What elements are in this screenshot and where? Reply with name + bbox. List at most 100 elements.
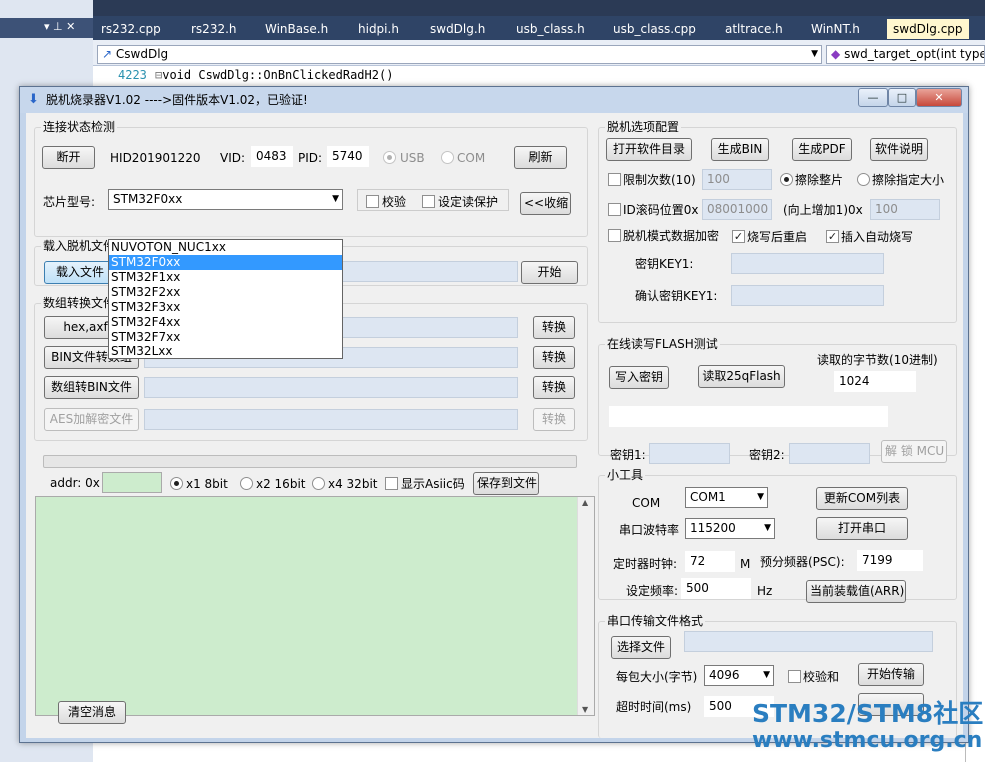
read-flash-button[interactable]: 读取25qFlash — [698, 365, 785, 388]
limit-count-field[interactable]: 100 — [702, 169, 772, 190]
save-to-file-button[interactable]: 保存到文件 — [473, 472, 539, 495]
start-transfer-button[interactable]: 开始传输 — [858, 663, 924, 686]
software-manual-button[interactable]: 软件说明 — [870, 138, 928, 161]
dropdown-option[interactable]: STM32F1xx — [109, 270, 342, 285]
chip-model-dropdown-list[interactable]: NUVOTON_NUC1xx STM32F0xx STM32F1xx STM32… — [108, 239, 343, 359]
prescaler-field[interactable]: 7199 — [857, 550, 923, 571]
chip-model-select[interactable]: STM32F0xx ▼ — [108, 189, 343, 210]
key1-field[interactable] — [731, 253, 884, 274]
vid-field[interactable]: 0483 — [251, 146, 293, 167]
scroll-down-icon[interactable]: ▼ — [582, 705, 588, 714]
array-to-bin-button[interactable]: 数组转BIN文件 — [44, 376, 139, 399]
scroll-up-icon[interactable]: ▲ — [582, 498, 588, 507]
maximize-button[interactable]: □ — [888, 88, 916, 107]
auto-burn-checkbox[interactable]: ✓ — [826, 230, 839, 243]
packet-size-select[interactable]: 4096 ▼ — [704, 665, 774, 686]
ide-panel-pin-icon[interactable]: ▾ ⊥ ✕ — [44, 20, 75, 33]
convert-button[interactable]: 转换 — [533, 316, 575, 339]
usb-radio[interactable] — [383, 151, 396, 164]
convert-button-disabled[interactable]: 转换 — [533, 408, 575, 431]
log-scrollbar[interactable]: ▲ ▼ — [577, 497, 594, 715]
ide-tab[interactable]: atltrace.h — [719, 19, 789, 39]
group-title: 串口传输文件格式 — [605, 614, 706, 628]
open-software-dir-button[interactable]: 打开软件目录 — [606, 138, 692, 161]
convert-button[interactable]: 转换 — [533, 376, 575, 399]
write-key-button[interactable]: 写入密钥 — [609, 366, 669, 389]
addr-field[interactable] — [102, 472, 162, 493]
convert-button[interactable]: 转换 — [533, 346, 575, 369]
generate-bin-button[interactable]: 生成BIN — [711, 138, 769, 161]
com-port-select[interactable]: COM1 ▼ — [685, 487, 768, 508]
open-port-button[interactable]: 打开串口 — [816, 517, 908, 540]
clear-messages-button[interactable]: 清空消息 — [58, 701, 126, 724]
x2-radio[interactable] — [240, 477, 253, 490]
flash-key2-field[interactable] — [789, 443, 870, 464]
flash-key1-field[interactable] — [649, 443, 730, 464]
id-position-checkbox[interactable] — [608, 203, 621, 216]
encrypt-checkbox[interactable] — [608, 229, 621, 242]
frequency-field[interactable]: 500 — [681, 578, 751, 599]
pid-field[interactable]: 5740 — [327, 146, 369, 167]
ide-tab[interactable]: swdDlg.h — [424, 19, 491, 39]
refresh-com-list-button[interactable]: 更新COM列表 — [816, 487, 908, 510]
title-bar[interactable]: ⬇ 脱机烧录器V1.02 ---->固件版本V1.02，已验证! — □ ✕ — [20, 87, 968, 113]
com-radio[interactable] — [441, 151, 454, 164]
bytes-field[interactable]: 1024 — [834, 371, 916, 392]
dropdown-option[interactable]: STM32F4xx — [109, 315, 342, 330]
ide-tab[interactable]: usb_class.h — [510, 19, 591, 39]
dropdown-option[interactable]: NUVOTON_NUC1xx — [109, 240, 342, 255]
erase-size-radio[interactable] — [857, 173, 870, 186]
ascii-checkbox[interactable] — [385, 477, 398, 490]
class-icon: ↗ — [102, 47, 113, 61]
collapse-button[interactable]: <<收缩 — [520, 192, 571, 215]
refresh-button[interactable]: 刷新 — [514, 146, 567, 169]
ide-tab-active[interactable]: swdDlg.cpp — [887, 19, 969, 39]
minimize-button[interactable]: — — [858, 88, 888, 107]
restart-checkbox[interactable]: ✓ — [732, 230, 745, 243]
verify-checkbox[interactable] — [366, 195, 379, 208]
limit-count-label: 限制次数(10) — [623, 173, 696, 187]
limit-count-checkbox[interactable] — [608, 173, 621, 186]
member-combo[interactable]: ◆ swd_target_opt(int type) — [826, 45, 985, 64]
x1-radio[interactable] — [170, 477, 183, 490]
checksum-checkbox[interactable] — [788, 670, 801, 683]
ide-tab[interactable]: WinNT.h — [805, 19, 866, 39]
dropdown-option[interactable]: STM32Lxx — [109, 344, 342, 359]
aes-file-button[interactable]: AES加解密文件 — [44, 408, 139, 431]
serial-file-path-field[interactable] — [684, 631, 933, 652]
array-path-field[interactable] — [144, 377, 518, 398]
dropdown-option[interactable]: STM32F3xx — [109, 300, 342, 315]
generate-pdf-button[interactable]: 生成PDF — [792, 138, 852, 161]
select-file-button[interactable]: 选择文件 — [611, 636, 671, 659]
bytes-label: 读取的字节数(10进制) — [817, 353, 938, 367]
close-button[interactable]: ✕ — [916, 88, 962, 107]
ide-tab[interactable]: usb_class.cpp — [607, 19, 702, 39]
class-combo[interactable]: ↗ CswdDlg ▼ — [97, 45, 822, 64]
key1-confirm-field[interactable] — [731, 285, 884, 306]
x4-radio[interactable] — [312, 477, 325, 490]
dropdown-option-selected[interactable]: STM32F0xx — [109, 255, 342, 270]
dropdown-option[interactable]: STM32F2xx — [109, 285, 342, 300]
ide-tab[interactable]: rs232.cpp — [95, 19, 167, 39]
baud-rate-select[interactable]: 115200 ▼ — [685, 518, 775, 539]
dropdown-option[interactable]: STM32F7xx — [109, 330, 342, 345]
load-file-button[interactable]: 载入文件 — [44, 261, 116, 284]
start-button[interactable]: 开始 — [521, 261, 578, 284]
current-arr-button[interactable]: 当前装载值(ARR) — [806, 580, 906, 603]
ide-tab[interactable]: WinBase.h — [259, 19, 334, 39]
erase-all-radio[interactable] — [780, 173, 793, 186]
pid-label: PID: — [298, 151, 323, 165]
message-log[interactable] — [35, 496, 595, 716]
aes-path-field[interactable] — [144, 409, 518, 430]
id-position-field[interactable]: 08001000 — [702, 199, 772, 220]
disconnect-button[interactable]: 断开 — [42, 146, 95, 169]
timer-clock-field[interactable]: 72 — [685, 551, 735, 572]
increment-field[interactable]: 100 — [870, 199, 940, 220]
key1-label: 密钥KEY1: — [635, 257, 694, 271]
read-protect-checkbox[interactable] — [422, 195, 435, 208]
ide-tab[interactable]: hidpi.h — [352, 19, 405, 39]
unlock-mcu-button[interactable]: 解 锁 MCU — [881, 440, 947, 463]
ide-tab[interactable]: rs232.h — [185, 19, 243, 39]
flash-data-field[interactable] — [609, 406, 888, 427]
load-file-path-field[interactable] — [336, 261, 518, 282]
